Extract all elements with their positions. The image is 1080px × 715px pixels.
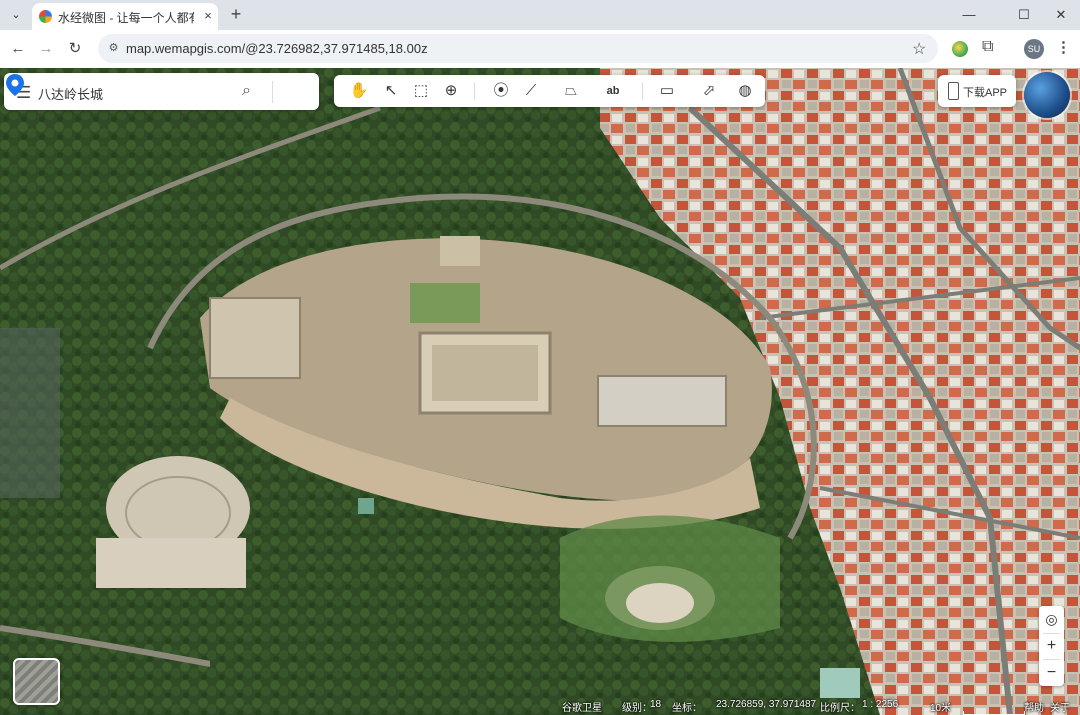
scale-bar-label: 10米 — [930, 703, 952, 714]
scale-value: 1 : 2256 — [862, 699, 899, 710]
browser-tab-strip: ⌄ 水经微图 - 让每一个人都有自己 × + — ☐ ✕ — [0, 0, 1080, 30]
imagery-source: 谷歌卫星 — [562, 703, 602, 714]
maximize-button[interactable]: ☐ — [1013, 4, 1035, 26]
text-label-icon[interactable]: ab — [602, 80, 624, 102]
forward-arrow-icon[interactable]: → — [36, 39, 56, 59]
extensions-puzzle-icon[interactable]: ⧉ — [982, 38, 993, 56]
tab-title: 水经微图 - 让每一个人都有自己 — [58, 11, 194, 25]
satellite-imagery — [0, 68, 1080, 715]
about-link[interactable]: 关于 — [1050, 699, 1070, 714]
ruler-icon[interactable]: ▭ — [656, 80, 678, 102]
new-tab-button[interactable]: + — [226, 4, 246, 24]
close-window-button[interactable]: ✕ — [1050, 4, 1072, 26]
browser-tab[interactable]: 水经微图 - 让每一个人都有自己 × — [32, 3, 218, 30]
download-app-button[interactable]: 下载APP — [938, 75, 1016, 107]
polyline-icon[interactable]: ⟋ — [520, 80, 542, 102]
marker-icon[interactable]: ⦿ — [490, 80, 512, 102]
zoom-control: ◎ + − — [1039, 606, 1064, 686]
profile-avatar[interactable]: SU — [1024, 39, 1044, 59]
back-arrow-icon[interactable]: ← — [8, 39, 28, 59]
map-search-box[interactable]: ☰ 八达岭长城 ⌕ — [4, 73, 319, 110]
browser-menu-icon[interactable]: ⋮ — [1056, 38, 1071, 56]
zoom-extent-icon[interactable]: ⊕ — [440, 80, 462, 102]
select-icon[interactable]: ⬚ — [410, 80, 432, 102]
scale-bar — [963, 711, 1025, 715]
url-text[interactable]: map.wemapgis.com/@23.726982,37.971485,18… — [126, 41, 428, 56]
pointer-icon[interactable]: ↖ — [380, 80, 402, 102]
globe-view-toggle-icon[interactable] — [1024, 72, 1070, 118]
extension-icon[interactable] — [952, 41, 968, 57]
hand-pan-icon[interactable]: ✋ — [348, 80, 370, 102]
help-link[interactable]: 帮助 — [1024, 699, 1044, 714]
zoom-level-value: 18 — [650, 699, 662, 710]
site-favicon-icon — [39, 10, 52, 23]
zoom-level-label: 级别： — [622, 703, 652, 714]
map-status-bar: 谷歌卫星 级别： 18 坐标： 23.726859, 37.971487 比例尺… — [0, 698, 1080, 715]
tab-close-icon[interactable]: × — [200, 8, 216, 24]
tab-search-menu-icon[interactable]: ⌄ — [6, 5, 26, 25]
reload-icon[interactable]: ↻ — [65, 39, 85, 59]
phone-icon — [948, 82, 959, 100]
bookmark-star-icon[interactable]: ☆ — [912, 39, 926, 59]
divider — [272, 81, 273, 103]
satellite-map[interactable]: ☰ 八达岭长城 ⌕ ✋ ↖ ⬚ ⊕ ⦿ ⟋ ⏢ ab ▭ ⬀ ◍ 下载APP ◎… — [0, 68, 1080, 715]
download-app-label: 下载APP — [963, 87, 1008, 99]
identify-icon[interactable]: ⬀ — [698, 80, 720, 102]
coordinate-label: 坐标： — [672, 703, 702, 714]
zoom-in-button[interactable]: + — [1039, 634, 1064, 658]
address-bar[interactable]: ⚙ map.wemapgis.com/@23.726982,37.971485,… — [98, 34, 938, 63]
browser-toolbar: ← → ↻ ⚙ map.wemapgis.com/@23.726982,37.9… — [0, 30, 1080, 69]
divider — [642, 82, 643, 100]
scale-label: 比例尺： — [820, 703, 860, 714]
zoom-out-button[interactable]: − — [1039, 661, 1064, 685]
map-tools-bar: ✋ ↖ ⬚ ⊕ ⦿ ⟋ ⏢ ab ▭ ⬀ ◍ — [334, 75, 765, 107]
site-info-icon[interactable]: ⚙ — [106, 41, 121, 56]
location-pin-icon[interactable] — [4, 73, 26, 97]
divider — [474, 82, 475, 100]
globe-icon[interactable]: ◍ — [734, 80, 756, 102]
locate-icon[interactable]: ◎ — [1039, 607, 1064, 631]
polygon-icon[interactable]: ⏢ — [560, 80, 582, 102]
search-input[interactable]: 八达岭长城 — [38, 84, 103, 103]
coordinate-value: 23.726859, 37.971487 — [716, 699, 817, 710]
search-icon[interactable]: ⌕ — [242, 82, 251, 100]
minimize-button[interactable]: — — [958, 4, 980, 26]
divider — [1043, 659, 1060, 660]
